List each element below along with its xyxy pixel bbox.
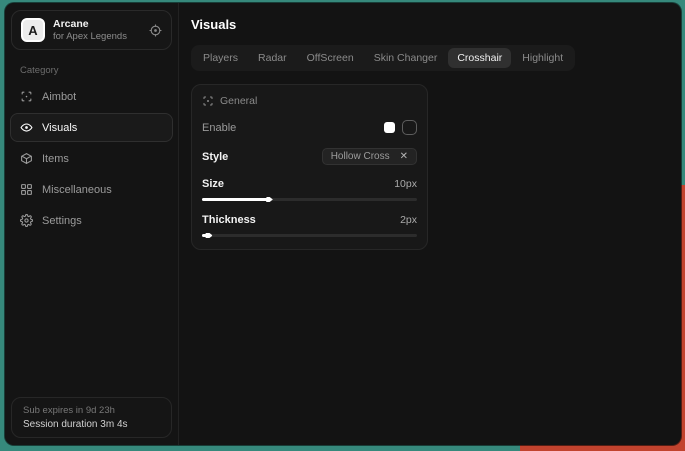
thickness-slider-handle[interactable] (206, 232, 213, 239)
sidebar-item-label: Visuals (42, 122, 77, 134)
sidebar-item-miscellaneous[interactable]: Miscellaneous (10, 175, 173, 204)
style-select[interactable]: Hollow Cross ✕ (322, 148, 417, 165)
general-card-title: General (220, 95, 257, 107)
eye-icon (20, 121, 33, 134)
category-label: Category (20, 65, 178, 76)
clear-icon[interactable]: ✕ (400, 152, 408, 162)
target-icon[interactable] (149, 24, 162, 37)
sidebar-item-label: Miscellaneous (42, 184, 112, 196)
size-value: 10px (394, 178, 417, 190)
sidebar: A Arcane for Apex Legends Category (5, 3, 179, 445)
session-duration-text: Session duration 3m 4s (23, 419, 160, 430)
enable-row: Enable (202, 120, 417, 135)
thickness-slider[interactable] (202, 234, 417, 237)
thickness-value: 2px (400, 214, 417, 226)
general-card-header: General (202, 95, 417, 107)
enable-keybind-box[interactable] (402, 120, 417, 135)
gear-icon (20, 214, 33, 227)
package-icon (20, 152, 33, 165)
thickness-row: Thickness 2px (202, 214, 417, 226)
tab-highlight[interactable]: Highlight (513, 48, 572, 68)
size-label: Size (202, 178, 224, 190)
tab-players[interactable]: Players (194, 48, 247, 68)
sidebar-nav: Aimbot Visuals Items (5, 81, 178, 236)
sub-expires-text: Sub expires in 9d 23h (23, 405, 160, 416)
visuals-tabbar: Players Radar OffScreen Skin Changer Cro… (191, 45, 575, 71)
sidebar-item-aimbot[interactable]: Aimbot (10, 82, 173, 111)
size-slider-handle[interactable] (266, 196, 273, 203)
sidebar-item-visuals[interactable]: Visuals (10, 113, 173, 142)
tab-radar[interactable]: Radar (249, 48, 296, 68)
app-logo: A (21, 18, 45, 42)
app-title: Arcane (53, 18, 127, 30)
sidebar-item-label: Items (42, 153, 69, 165)
style-selected-value: Hollow Cross (331, 151, 390, 162)
sidebar-item-items[interactable]: Items (10, 144, 173, 173)
sidebar-item-settings[interactable]: Settings (10, 206, 173, 235)
app-subtitle: for Apex Legends (53, 31, 127, 42)
size-row: Size 10px (202, 178, 417, 190)
subscription-info-card: Sub expires in 9d 23h Session duration 3… (11, 397, 172, 438)
general-card: General Enable Style Hollow Cross ✕ Size… (191, 84, 428, 250)
enable-checkbox[interactable] (384, 122, 395, 133)
sidebar-item-label: Aimbot (42, 91, 76, 103)
enable-controls (384, 120, 417, 135)
grid-icon (20, 183, 33, 196)
style-row: Style Hollow Cross ✕ (202, 148, 417, 165)
crosshair-icon (20, 90, 33, 103)
thickness-label: Thickness (202, 214, 256, 226)
enable-label: Enable (202, 122, 236, 134)
app-window: A Arcane for Apex Legends Category (5, 3, 681, 445)
tab-crosshair[interactable]: Crosshair (448, 48, 511, 68)
main-content: Visuals Players Radar OffScreen Skin Cha… (179, 3, 681, 445)
tab-skin-changer[interactable]: Skin Changer (365, 48, 447, 68)
scan-icon (202, 95, 214, 107)
tab-offscreen[interactable]: OffScreen (298, 48, 363, 68)
sidebar-item-label: Settings (42, 215, 82, 227)
page-title: Visuals (191, 17, 669, 32)
brand-card: A Arcane for Apex Legends (11, 10, 172, 50)
style-label: Style (202, 151, 228, 163)
size-slider-fill (202, 198, 269, 201)
brand-text: Arcane for Apex Legends (53, 18, 127, 42)
size-slider[interactable] (202, 198, 417, 201)
